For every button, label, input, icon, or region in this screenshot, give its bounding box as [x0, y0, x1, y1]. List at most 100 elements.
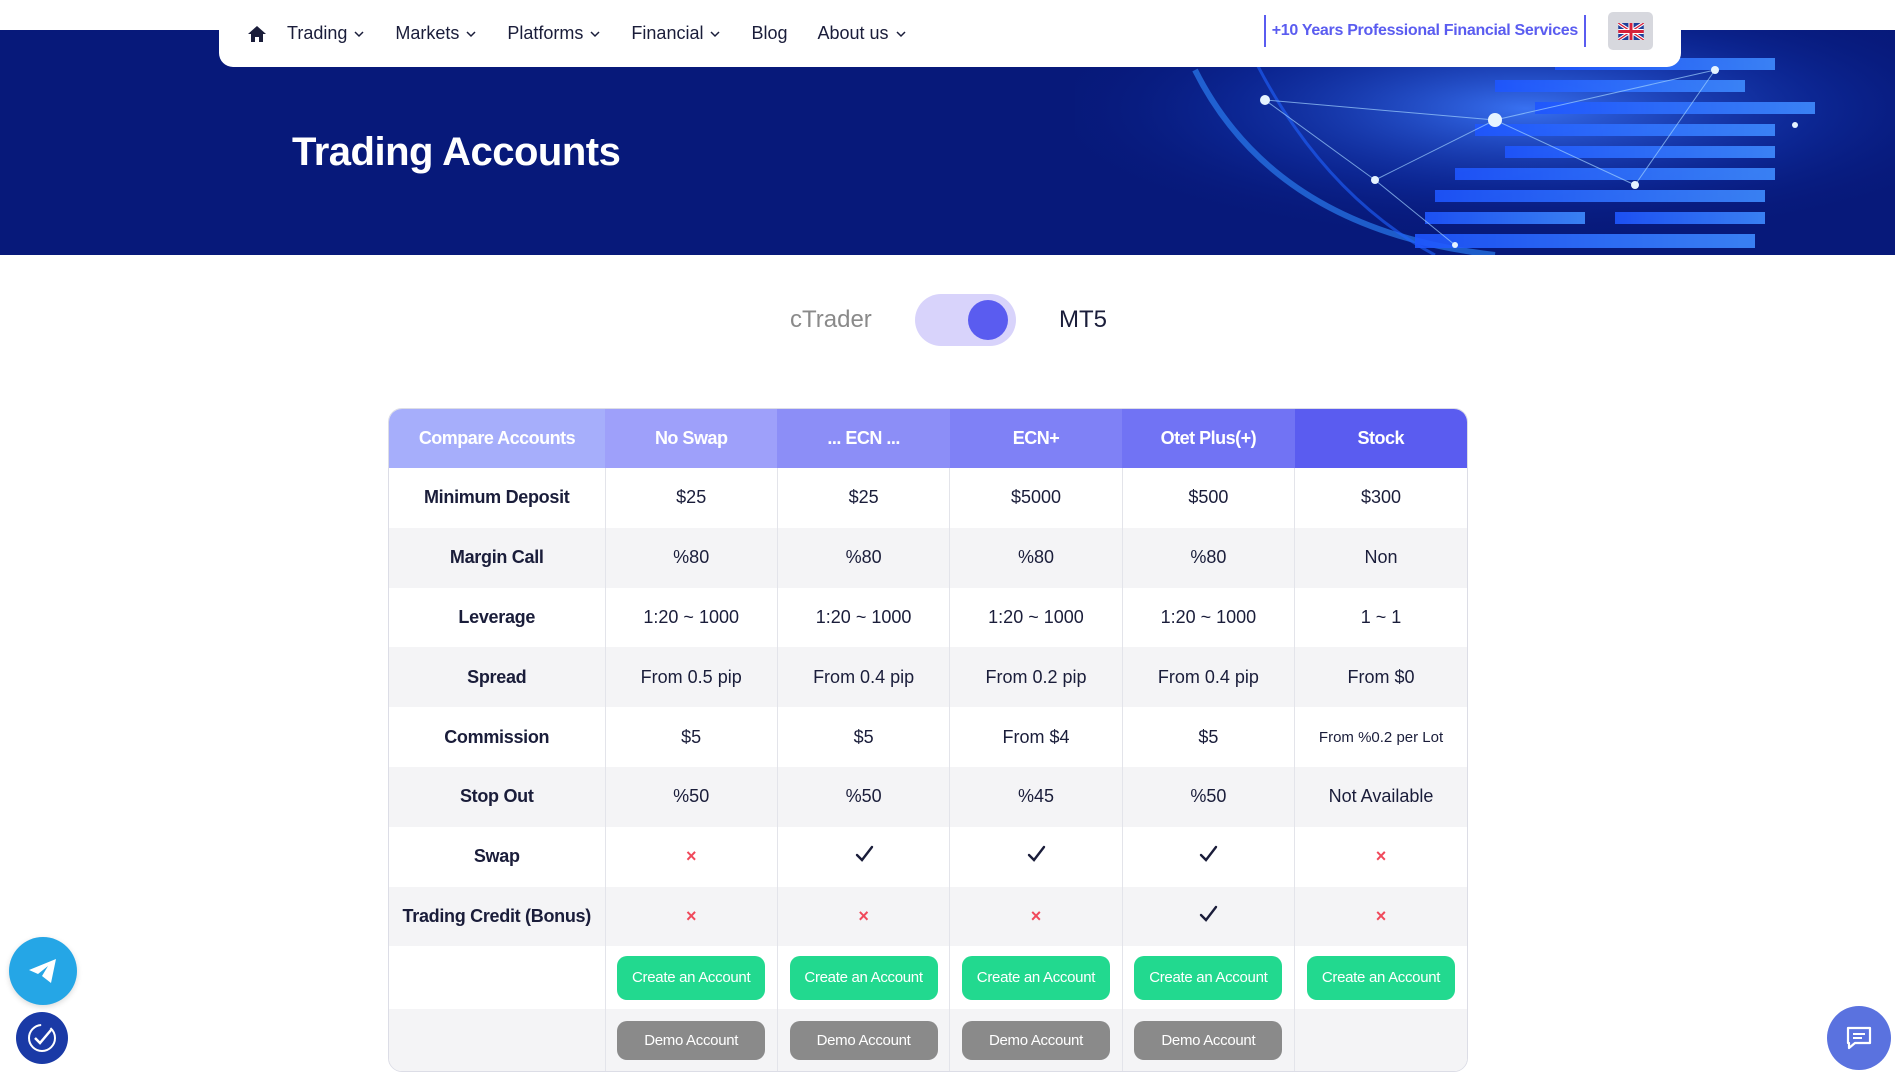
- nav-item-financial[interactable]: Financial: [631, 23, 721, 44]
- cross-icon: ×: [1030, 905, 1042, 926]
- table-cell: $5: [604, 707, 778, 767]
- nav-item-trading[interactable]: Trading: [287, 23, 365, 44]
- table-cell: Non: [1294, 527, 1467, 588]
- table-cell: %50: [776, 766, 950, 827]
- table-cell: [1294, 1009, 1467, 1072]
- table-cell: %50: [1121, 766, 1295, 827]
- demo-account-button[interactable]: Demo Account: [617, 1020, 766, 1060]
- table-cell: From 0.4 pip: [1121, 647, 1295, 708]
- chat-icon: [1846, 1026, 1872, 1050]
- cross-icon: ×: [604, 826, 778, 887]
- accessibility-button[interactable]: [16, 1012, 68, 1064]
- table-cell: %50: [604, 766, 778, 827]
- chevron-down-icon: [466, 30, 476, 37]
- create-account-button[interactable]: Create an Account: [1134, 955, 1283, 1000]
- table-cell: Demo Account: [949, 1009, 1123, 1072]
- table-cell: $25: [604, 468, 778, 528]
- chat-button[interactable]: [1827, 1006, 1891, 1070]
- create-account-button[interactable]: Create an Account: [617, 955, 766, 1000]
- home-icon[interactable]: [247, 23, 269, 45]
- table-cell: %45: [949, 766, 1123, 827]
- nav-item-about-us[interactable]: About us: [818, 23, 907, 44]
- row-label: Stop Out: [389, 766, 605, 827]
- platform-toggle-switch[interactable]: [915, 294, 1016, 346]
- header-otet-plus: Otet Plus(+): [1122, 409, 1295, 468]
- table-cell: Demo Account: [604, 1009, 778, 1072]
- platform-toggle-row: cTrader MT5: [0, 294, 1895, 346]
- cross-icon: ×: [858, 905, 869, 926]
- table-cell: Create an Account: [1121, 946, 1295, 1010]
- table-cell: Create an Account: [604, 946, 778, 1010]
- mt5-label[interactable]: MT5: [1059, 306, 1107, 334]
- create-account-button[interactable]: Create an Account: [961, 955, 1110, 1000]
- page: Trading Accounts Trading Markets Platfor…: [0, 0, 1895, 1079]
- nav-item-platforms[interactable]: Platforms: [507, 23, 601, 44]
- demo-account-button[interactable]: Demo Account: [1134, 1020, 1283, 1060]
- create-account-button[interactable]: Create an Account: [789, 955, 938, 1000]
- header-ecn-plus: ECN+: [949, 409, 1123, 468]
- table-header-row: Compare Accounts No Swap ... ECN ... ECN…: [389, 409, 1467, 468]
- nav-item-markets[interactable]: Markets: [395, 23, 477, 44]
- create-account-row: Create an Account Create an Account Create…: [389, 946, 1467, 1010]
- table-cell: 1:20 ~ 1000: [949, 587, 1123, 648]
- cross-icon: ×: [1375, 846, 1387, 867]
- page-title: Trading Accounts: [292, 130, 621, 174]
- main-navbar: Trading Markets Platforms Financial Blog…: [219, 0, 1681, 67]
- table-cell: From 0.5 pip: [604, 647, 778, 708]
- table-cell: 1 ~ 1: [1294, 587, 1467, 648]
- ctrader-label[interactable]: cTrader: [790, 306, 872, 334]
- header-compare-accounts: Compare Accounts: [389, 409, 605, 468]
- table-cell: Demo Account: [1121, 1009, 1295, 1072]
- table-row: Margin Call %80 %80 %80 %80 Non: [389, 527, 1467, 588]
- table-cell: $5: [776, 707, 950, 767]
- table-cell: From 0.4 pip: [776, 647, 950, 708]
- table-row: Minimum Deposit $25 $25 $5000 $500 $300: [389, 468, 1467, 528]
- empty-cell: [389, 946, 605, 1009]
- demo-account-button[interactable]: Demo Account: [961, 1020, 1110, 1060]
- row-label: Minimum Deposit: [423, 487, 570, 508]
- nav-item-blog[interactable]: Blog: [751, 23, 787, 44]
- table-cell: $25: [776, 468, 950, 528]
- row-label: Margin Call: [389, 527, 605, 588]
- nav-item-label: About us: [817, 23, 889, 43]
- table-cell: $5: [1121, 707, 1295, 767]
- create-account-button[interactable]: Create an Account: [1307, 955, 1456, 1000]
- cross-icon: ×: [604, 886, 778, 947]
- table-cell: Not Available: [1294, 766, 1467, 827]
- compare-accounts-table: Compare Accounts No Swap ... ECN ... ECN…: [388, 408, 1468, 1073]
- table-row: Trading Credit (Bonus) × × × ×: [389, 886, 1467, 947]
- table-row: Commission $5 $5 From $4 $5 From %0.2 per Lot: [389, 707, 1467, 767]
- cross-icon: ×: [1375, 905, 1387, 926]
- table-cell: $300: [1294, 468, 1467, 528]
- row-label: Swap: [473, 846, 520, 867]
- telegram-icon: [29, 959, 56, 983]
- table-row: Swap × ×: [389, 826, 1467, 887]
- table-cell: Create an Account: [949, 946, 1123, 1010]
- check-icon: [949, 826, 1123, 887]
- table-cell: $5000: [949, 468, 1123, 528]
- table-cell: Create an Account: [776, 946, 950, 1010]
- table-cell: 1:20 ~ 1000: [1121, 587, 1295, 648]
- chevron-down-icon: [590, 30, 600, 37]
- table-cell: Demo Account: [776, 1009, 950, 1072]
- empty-cell: [389, 1009, 605, 1072]
- table-cell: %80: [949, 527, 1123, 588]
- table-cell: %80: [604, 527, 778, 588]
- demo-account-row: Demo Account Demo Account Demo Account Demo…: [389, 1009, 1467, 1072]
- nav-item-label: Platforms: [507, 23, 584, 43]
- language-selector[interactable]: [1608, 12, 1653, 50]
- chevron-down-icon: [354, 30, 364, 37]
- table-cell: %80: [776, 527, 950, 588]
- row-label: Spread: [389, 647, 605, 708]
- table-cell: 1:20 ~ 1000: [776, 587, 950, 648]
- uk-flag-icon: [1617, 22, 1644, 40]
- row-label: Leverage: [458, 606, 536, 627]
- table-cell: From $0: [1294, 647, 1467, 708]
- table-cell: From %0.2 per Lot: [1294, 707, 1467, 767]
- nav-item-label: Blog: [751, 23, 788, 43]
- nav-item-label: Trading: [287, 23, 348, 43]
- nav-item-label: Markets: [395, 23, 460, 43]
- table-cell: From 0.2 pip: [949, 647, 1123, 708]
- telegram-button[interactable]: [9, 937, 77, 1005]
- demo-account-button[interactable]: Demo Account: [789, 1020, 938, 1060]
